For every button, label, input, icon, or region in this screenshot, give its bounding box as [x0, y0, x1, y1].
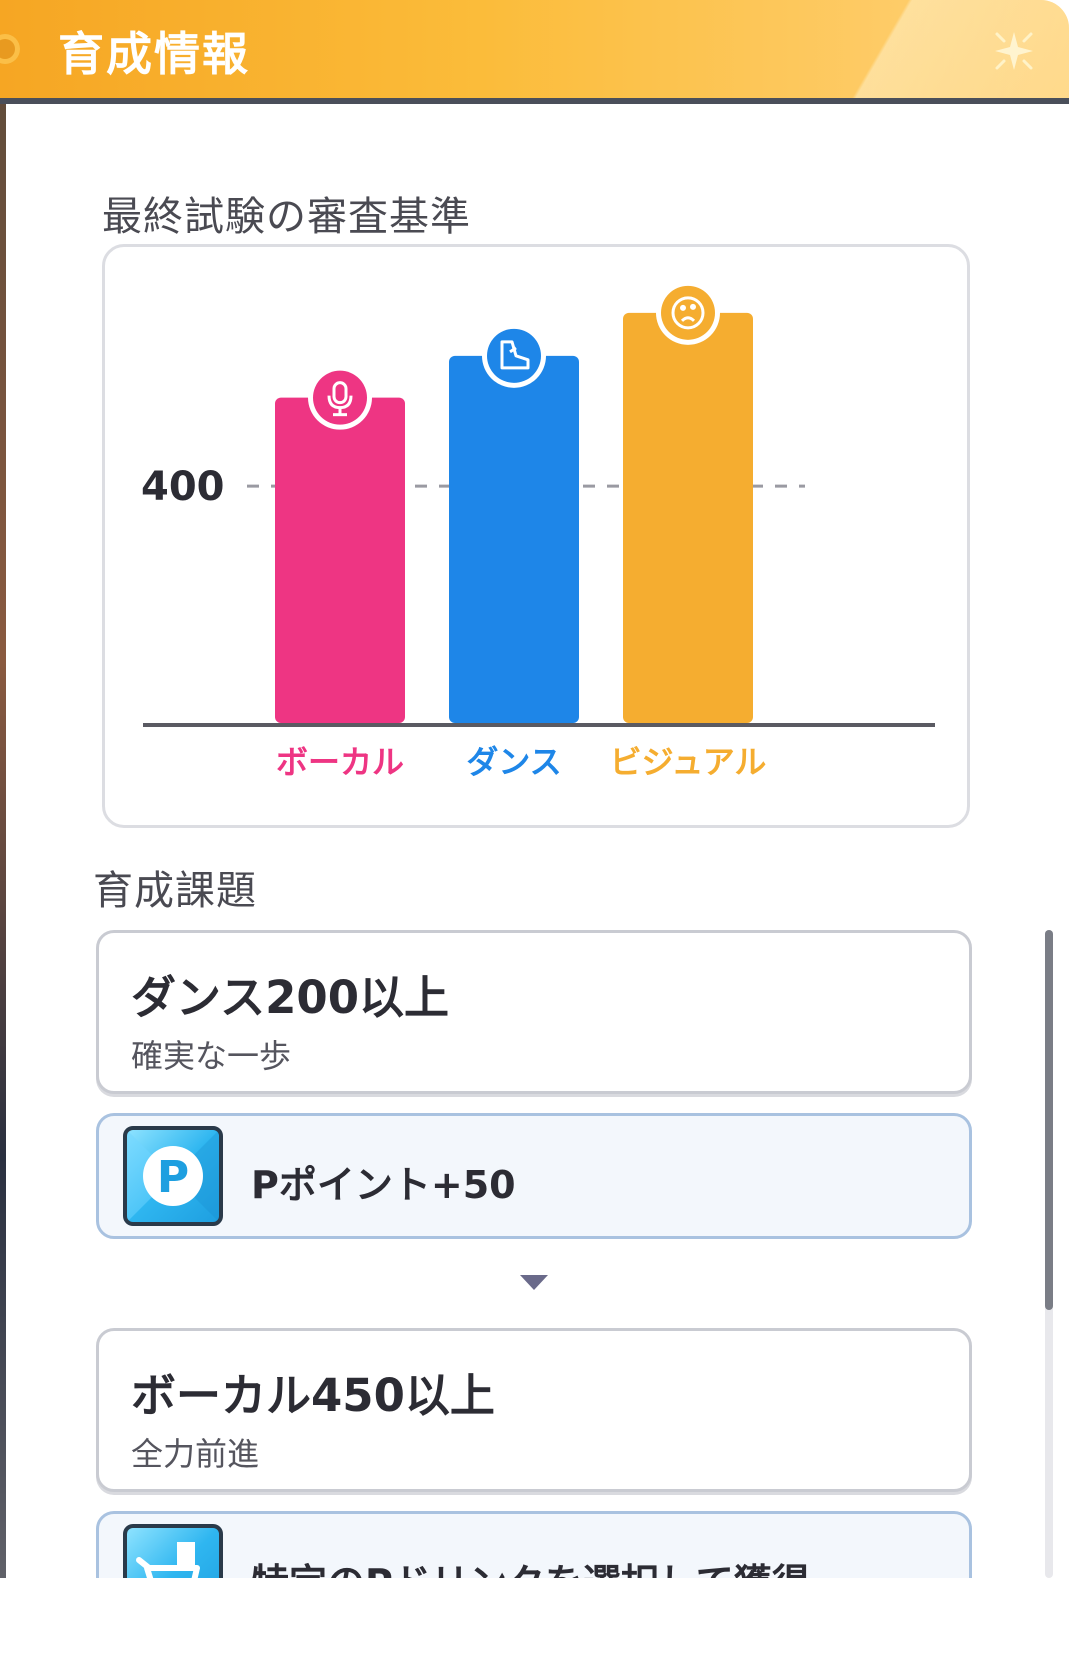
sparkle-icon [995, 32, 1033, 70]
svg-text:P: P [157, 1152, 189, 1203]
criteria-chart: 400 ボーカル ダンス ビジュアル [141, 280, 935, 781]
visual-palette-icon [656, 280, 720, 345]
category-label-3: ビジュアル [610, 743, 767, 781]
microphone-icon [308, 365, 372, 430]
criteria-heading: 最終試験の審査基準 [102, 194, 471, 240]
background-edge [0, 0, 6, 1653]
task-subtitle: 確実な一歩 [131, 1037, 292, 1075]
category-label-2: ダンス [466, 743, 561, 781]
task-card-2[interactable]: ボーカル450以上 全力前進 [96, 1328, 972, 1492]
task-title: ボーカル450以上 [131, 1369, 495, 1422]
category-label-1: ボーカル [276, 743, 404, 781]
task-title: ダンス200以上 [131, 971, 450, 1024]
bottom-fade [0, 1578, 1069, 1653]
tasks-heading: 育成課題 [93, 868, 257, 914]
chevron-down-icon [520, 1275, 548, 1290]
page-title: 育成情報 [58, 27, 250, 81]
task-card-1[interactable]: ダンス200以上 確実な一歩 [96, 930, 972, 1094]
dance-shoe-icon [482, 323, 546, 388]
task-subtitle: 全力前進 [131, 1435, 260, 1473]
header-notch [0, 34, 20, 64]
reward-text: Pポイント+50 [251, 1163, 516, 1207]
p-point-icon: P [123, 1126, 223, 1226]
criteria-chart-card: 400 ボーカル ダンス ビジュアル [102, 244, 970, 828]
bar-2 [449, 355, 579, 723]
bar-3 [623, 312, 753, 723]
bar-1 [275, 397, 405, 723]
reward-card-1[interactable]: P Pポイント+50 [96, 1113, 972, 1239]
scrollbar-thumb[interactable] [1045, 930, 1053, 1310]
header-bar: 育成情報 [0, 0, 1069, 104]
reference-line-label: 400 [141, 464, 225, 510]
